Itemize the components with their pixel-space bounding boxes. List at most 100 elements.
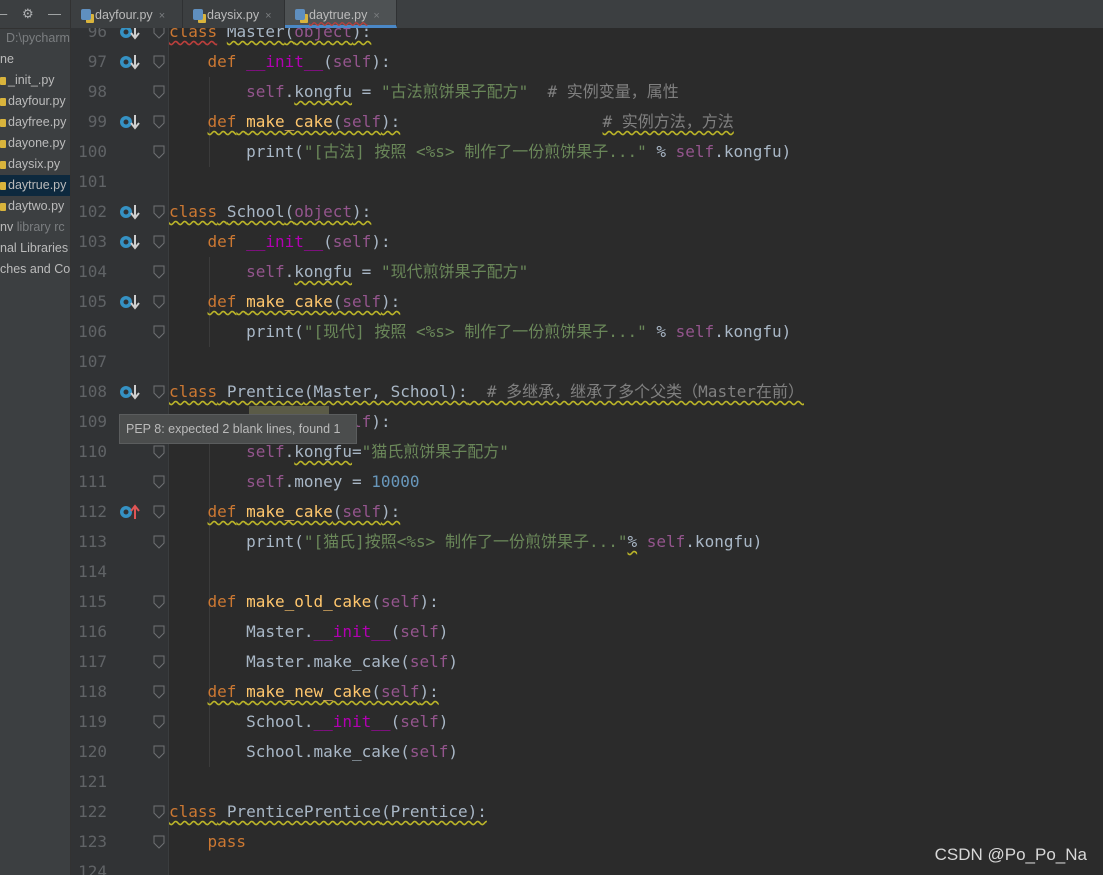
code-line[interactable]: print("[猫氏]按照<%s> 制作了一份煎饼果子..."% self.ko… (169, 527, 762, 557)
code-line[interactable]: def make_cake(self): # 实例方法，方法 (169, 107, 734, 137)
tree-item-dayfour[interactable]: dayfour.py (0, 91, 70, 112)
line-number[interactable]: 106 (71, 317, 107, 347)
fold-icon[interactable] (153, 445, 165, 459)
code-line[interactable]: pass (169, 827, 247, 857)
line-number[interactable]: 118 (71, 677, 107, 707)
tree-item-scratches[interactable]: ches and Co (0, 259, 70, 280)
fold-icon[interactable] (153, 595, 165, 609)
tree-item-dayone[interactable]: dayone.py (0, 133, 70, 154)
line-number[interactable]: 122 (71, 797, 107, 827)
hide-panel-icon[interactable]: — (48, 6, 61, 22)
line-number[interactable]: 96 (71, 28, 107, 47)
fold-icon[interactable] (153, 715, 165, 729)
line-number[interactable]: 119 (71, 707, 107, 737)
fold-icon[interactable] (153, 115, 165, 129)
tree-item-venv[interactable]: nv library rc (0, 217, 70, 238)
tree-item-folder[interactable]: ne (0, 49, 70, 70)
overridden-method-icon[interactable] (119, 28, 141, 41)
fold-icon[interactable] (153, 325, 165, 339)
code-editor[interactable]: 96 97 98 99 100 101 102 103 104 105 106 107 108 109 11… (71, 28, 1103, 875)
line-number[interactable]: 109 (71, 407, 107, 437)
line-number[interactable]: 97 (71, 47, 107, 77)
tree-item-daytrue[interactable]: daytrue.py (0, 175, 70, 196)
fold-icon[interactable] (153, 385, 165, 399)
overridden-method-icon[interactable] (119, 53, 141, 71)
code-line[interactable]: def __init__(self): (169, 47, 391, 77)
code-line[interactable]: def __init__(self): (169, 227, 391, 257)
code-line[interactable]: class Prentice(Master, School): # 多继承，继承… (169, 377, 804, 407)
fold-icon[interactable] (153, 85, 165, 99)
fold-icon[interactable] (153, 265, 165, 279)
fold-icon[interactable] (153, 295, 165, 309)
line-number[interactable]: 120 (71, 737, 107, 767)
fold-icon[interactable] (153, 685, 165, 699)
line-number[interactable]: 113 (71, 527, 107, 557)
code-line[interactable]: def make_cake(self): (169, 287, 401, 317)
tree-item-dayfree[interactable]: dayfree.py (0, 112, 70, 133)
code-line[interactable]: class Master(object): (169, 28, 371, 47)
line-number[interactable]: 110 (71, 437, 107, 467)
tree-item-daysix[interactable]: daysix.py (0, 154, 70, 175)
line-number[interactable]: 104 (71, 257, 107, 287)
tree-item-external-libraries[interactable]: nal Libraries (0, 238, 70, 259)
close-icon[interactable]: × (265, 10, 271, 22)
editor-gutter[interactable]: 96 97 98 99 100 101 102 103 104 105 106 107 108 109 11… (71, 28, 169, 875)
line-number[interactable]: 117 (71, 647, 107, 677)
code-line[interactable]: self.money = 10000 (169, 467, 419, 497)
code-line[interactable]: class PrenticePrentice(Prentice): (169, 797, 487, 827)
overrides-method-icon[interactable] (119, 503, 141, 521)
line-number[interactable]: 111 (71, 467, 107, 497)
line-number[interactable]: 105 (71, 287, 107, 317)
line-number[interactable]: 116 (71, 617, 107, 647)
tree-item-init[interactable]: _init_.py (0, 70, 70, 91)
fold-icon[interactable] (153, 475, 165, 489)
close-icon[interactable]: × (159, 10, 165, 22)
tab-dayfour[interactable]: dayfour.py × (71, 0, 183, 28)
tree-item-daytwo[interactable]: daytwo.py (0, 196, 70, 217)
fold-icon[interactable] (153, 535, 165, 549)
overridden-method-icon[interactable] (119, 293, 141, 311)
line-number[interactable]: 124 (71, 857, 107, 875)
code-line[interactable]: Master.make_cake(self) (169, 647, 458, 677)
code-line[interactable]: self.kongfu = "古法煎饼果子配方" # 实例变量，属性 (169, 77, 679, 107)
line-number[interactable]: 123 (71, 827, 107, 857)
fold-icon[interactable] (153, 835, 165, 849)
close-icon[interactable]: × (373, 10, 379, 22)
fold-icon[interactable] (153, 205, 165, 219)
code-line[interactable]: self.kongfu = "现代煎饼果子配方" (169, 257, 528, 287)
fold-icon[interactable] (153, 625, 165, 639)
tab-daysix[interactable]: daysix.py × (183, 0, 285, 28)
fold-icon[interactable] (153, 55, 165, 69)
fold-icon[interactable] (153, 145, 165, 159)
code-line[interactable]: School.make_cake(self) (169, 737, 458, 767)
code-line[interactable]: class School(object): (169, 197, 371, 227)
overridden-method-icon[interactable] (119, 233, 141, 251)
line-number[interactable]: 121 (71, 767, 107, 797)
code-line[interactable]: print("[现代] 按照 <%s> 制作了一份煎饼果子..." % self… (169, 317, 791, 347)
line-number[interactable]: 100 (71, 137, 107, 167)
line-number[interactable]: 102 (71, 197, 107, 227)
line-number[interactable]: 101 (71, 167, 107, 197)
project-root-path[interactable]: D:\pycharm (6, 28, 70, 49)
line-number[interactable]: 115 (71, 587, 107, 617)
code-line[interactable]: print("[古法] 按照 <%s> 制作了一份煎饼果子..." % self… (169, 137, 791, 167)
line-number[interactable]: 103 (71, 227, 107, 257)
fold-icon[interactable] (153, 655, 165, 669)
overridden-method-icon[interactable] (119, 203, 141, 221)
fold-icon[interactable] (153, 28, 165, 39)
code-line[interactable]: Master.__init__(self) (169, 617, 448, 647)
line-number[interactable]: 99 (71, 107, 107, 137)
overridden-method-icon[interactable] (119, 113, 141, 131)
line-number[interactable]: 112 (71, 497, 107, 527)
gear-icon[interactable]: ⚙ (22, 6, 34, 22)
line-number[interactable]: 108 (71, 377, 107, 407)
line-number[interactable]: 98 (71, 77, 107, 107)
collapse-icon[interactable]: ‒ (0, 6, 7, 22)
code-line[interactable]: School.__init__(self) (169, 707, 448, 737)
code-line[interactable]: def make_new_cake(self): (169, 677, 439, 707)
code-line[interactable]: def make_old_cake(self): (169, 587, 439, 617)
overridden-method-icon[interactable] (119, 383, 141, 401)
line-number[interactable]: 107 (71, 347, 107, 377)
fold-icon[interactable] (153, 235, 165, 249)
fold-icon[interactable] (153, 505, 165, 519)
